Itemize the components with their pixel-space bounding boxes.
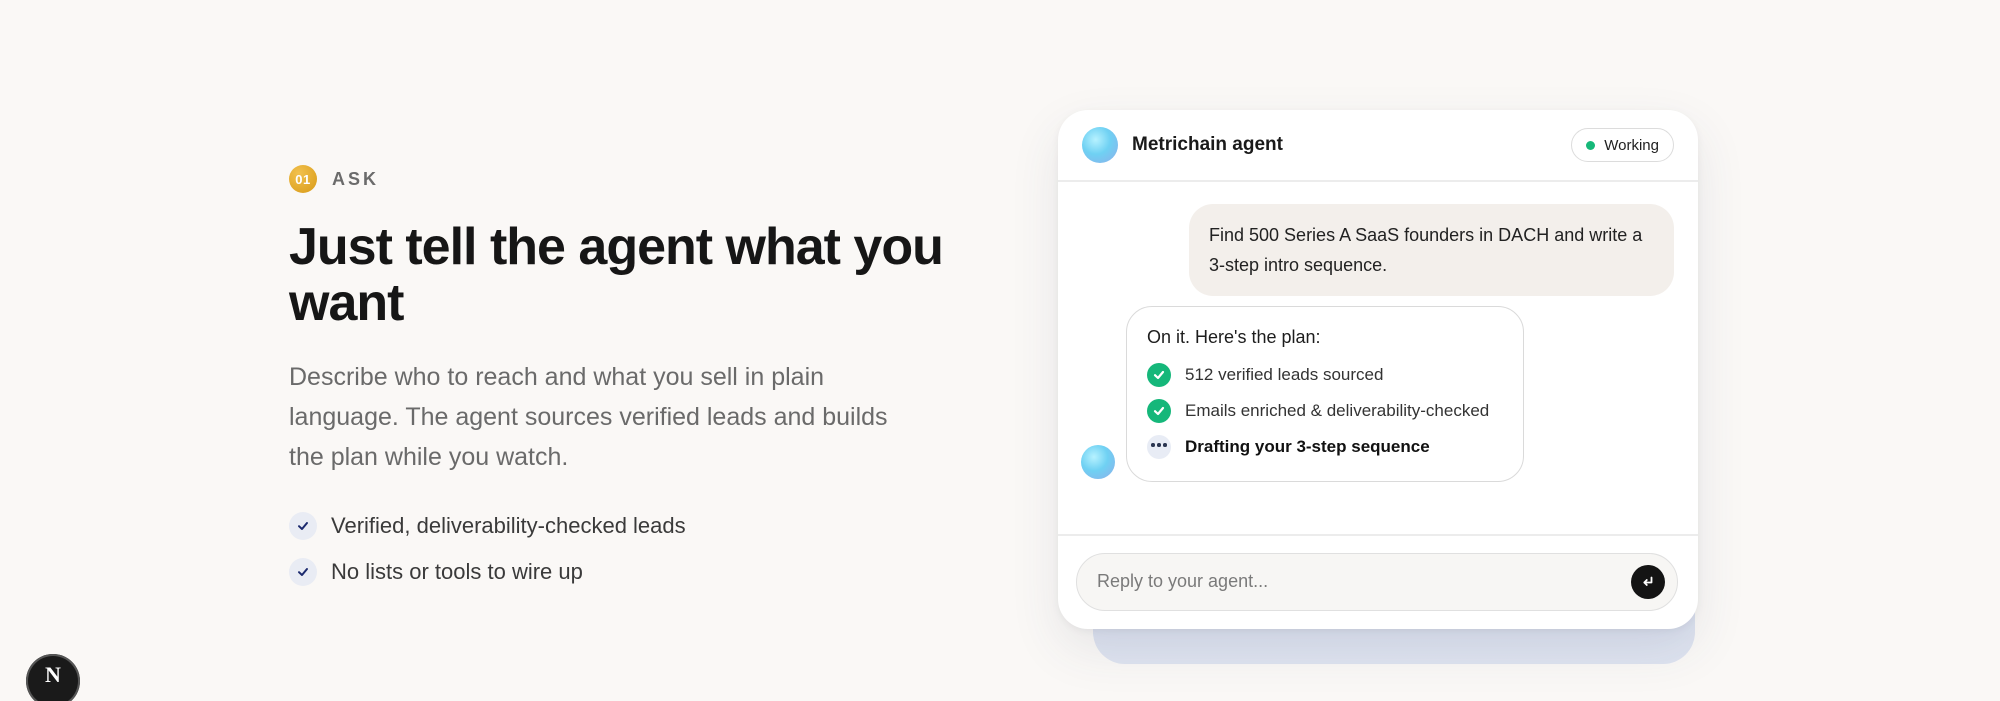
feature-item: Verified, deliverability-checked leads: [289, 503, 969, 549]
step-number-badge: 01: [289, 165, 317, 193]
headline: Just tell the agent what you want: [289, 218, 944, 332]
plan-item-label: 512 verified leads sourced: [1185, 365, 1384, 384]
description: Describe who to reach and what you sell …: [289, 363, 888, 471]
agent-plan-intro: On it. Here's the plan:: [1147, 327, 1321, 347]
step-indicator: 01 ASK: [289, 164, 969, 194]
plan-item-label: Emails enriched & deliverability-checked: [1185, 401, 1490, 420]
plan-item: Emails enriched & deliverability-checked: [1147, 393, 1503, 429]
n-logo-button[interactable]: N: [26, 654, 80, 701]
check-icon: [1147, 363, 1171, 387]
send-button[interactable]: [1631, 564, 1665, 599]
plan-item-label: Drafting your 3-step sequence: [1185, 437, 1430, 456]
reply-input[interactable]: [1097, 571, 1631, 592]
status-label: Working: [1604, 136, 1659, 154]
chat-composer: [1058, 534, 1698, 627]
enter-icon: [1643, 576, 1653, 586]
chat-messages: Find 500 Series A SaaS founders in DACH …: [1058, 182, 1698, 534]
check-icon: [289, 512, 317, 540]
step-label: ASK: [332, 168, 380, 189]
plan-list: 512 verified leads sourced Emails enrich…: [1147, 357, 1503, 465]
feature-list: Verified, deliverability-checked leads N…: [289, 503, 969, 595]
check-icon: [1147, 399, 1171, 423]
agent-name: Metrichain agent: [1132, 134, 1283, 155]
feature-item: No lists or tools to wire up: [289, 549, 969, 595]
agent-message-avatar: [1081, 445, 1115, 479]
plan-item: 512 verified leads sourced: [1147, 357, 1503, 393]
status-dot-icon: [1586, 140, 1596, 150]
feature-section: 01 ASK Just tell the agent what you want…: [289, 164, 969, 595]
feature-label: No lists or tools to wire up: [331, 559, 583, 584]
ellipsis-icon: [1147, 435, 1171, 459]
agent-avatar: [1082, 127, 1118, 163]
check-icon: [289, 558, 317, 586]
feature-label: Verified, deliverability-checked leads: [331, 513, 686, 538]
agent-chat-card: Metrichain agent Working Find 500 Series…: [1058, 110, 1698, 629]
user-message: Find 500 Series A SaaS founders in DACH …: [1189, 204, 1674, 296]
plan-item: Drafting your 3-step sequence: [1147, 429, 1503, 465]
status-badge: Working: [1571, 128, 1674, 162]
agent-message: On it. Here's the plan: 512 verified lea…: [1126, 306, 1524, 482]
chat-header: Metrichain agent Working: [1058, 110, 1698, 182]
reply-box: [1076, 552, 1678, 611]
